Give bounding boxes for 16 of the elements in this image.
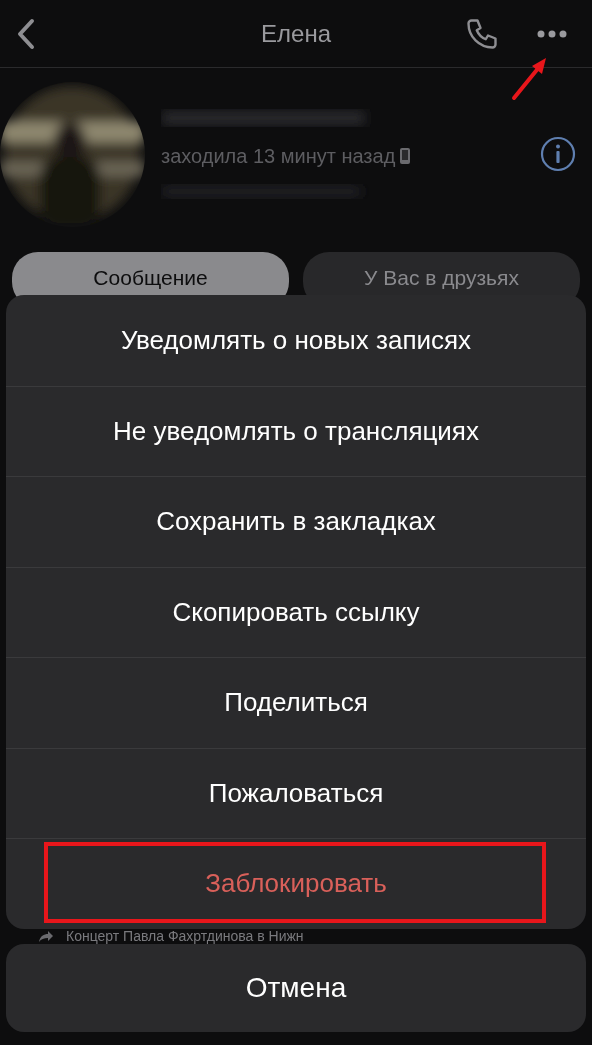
menu-item[interactable]: Заблокировать <box>205 864 387 904</box>
menu-item[interactable]: Пожаловаться <box>208 773 384 813</box>
menu-item[interactable]: Сохранить в закладках <box>156 502 436 542</box>
last-seen-text: заходила 13 минут назад <box>161 144 396 169</box>
back-icon[interactable] <box>16 17 36 50</box>
more-icon[interactable] <box>536 28 568 39</box>
menu-item[interactable]: Скопировать ссылку <box>172 592 420 632</box>
window-title: Елена <box>261 18 331 49</box>
menu-item[interactable]: Поделиться <box>224 683 368 723</box>
menu-item[interactable]: Не уведомлять о трансляциях <box>113 411 479 451</box>
phone-device-icon <box>399 147 412 165</box>
menu-item[interactable]: Уведомлять о новых записях <box>120 320 472 360</box>
cancel-button[interactable]: Отмена <box>6 944 586 1032</box>
post-title: Концерт Павла Фахртдинова в Нижн <box>66 929 304 944</box>
share-icon <box>38 930 54 943</box>
info-icon[interactable] <box>540 136 576 172</box>
